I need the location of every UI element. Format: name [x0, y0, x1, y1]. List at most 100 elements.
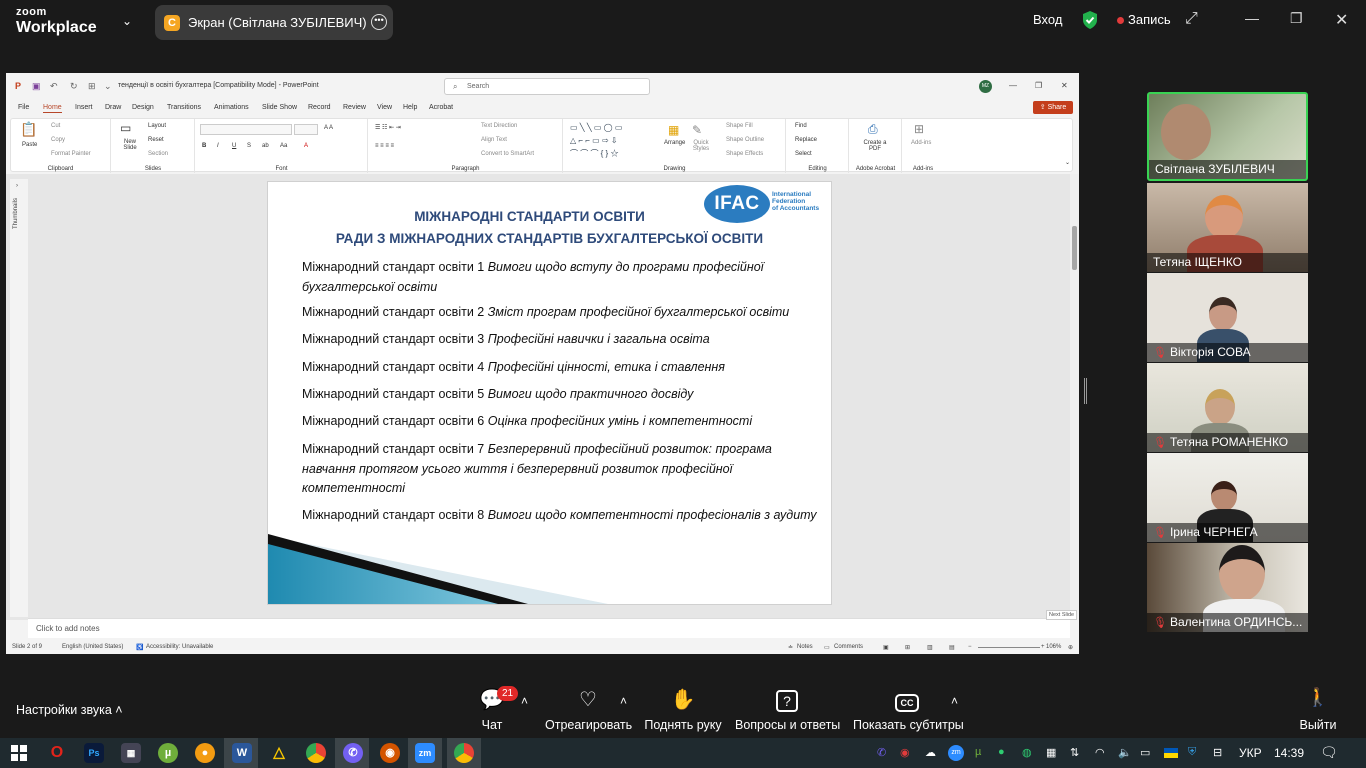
close-icon[interactable]: ✕ — [1335, 10, 1348, 30]
bullets-icon[interactable]: ☰ ☷ ⇤ ⇥ — [375, 124, 401, 131]
fit-slide-icon[interactable]: ⊕ — [1068, 644, 1073, 651]
leave-button[interactable]: 🚶 Выйти — [1298, 687, 1338, 732]
tab-record[interactable]: Record — [308, 104, 331, 111]
more-options-icon[interactable]: ••• — [371, 14, 387, 30]
arrange-icon[interactable]: ▦ — [668, 123, 679, 137]
react-button[interactable]: ♡ Отреагировать — [545, 688, 632, 732]
sound-settings-button[interactable]: Настройки звука ˄ — [16, 703, 123, 717]
tab-animations[interactable]: Animations — [214, 104, 249, 111]
tab-draw[interactable]: Draw — [105, 104, 121, 111]
participant-tile[interactable]: Світлана ЗУБІЛЕВИЧ — [1147, 92, 1308, 181]
save-icon[interactable]: ▣ — [32, 81, 41, 92]
quick-styles-icon[interactable]: ✎ — [692, 123, 702, 137]
slide-canvas[interactable]: IFAC International Federation of Account… — [267, 181, 832, 605]
normal-view-icon[interactable]: ▣ — [883, 644, 889, 651]
user-avatar[interactable]: MZ — [979, 80, 992, 93]
arrange-button[interactable]: Arrange — [664, 140, 685, 146]
participant-tile[interactable]: 🎙 Валентина ОРДИНСЬ... — [1147, 543, 1308, 632]
char-spacing-icon[interactable]: ab — [262, 143, 269, 149]
chevron-down-icon[interactable]: ⌄ — [122, 14, 132, 28]
text-direction-button[interactable]: Text Direction — [481, 123, 517, 129]
ppt-share-button[interactable]: ⇪ Share — [1033, 101, 1073, 114]
utorrent-tray-icon[interactable]: µ — [975, 746, 981, 758]
select-button[interactable]: Select — [795, 151, 812, 157]
paste-button[interactable]: Paste — [22, 142, 37, 148]
zoom-icon[interactable]: zm — [415, 743, 435, 763]
layout-button[interactable]: Layout — [148, 123, 166, 129]
copy-button[interactable]: Copy — [51, 137, 65, 143]
ppt-close-icon[interactable]: ✕ — [1061, 81, 1068, 90]
format-painter-button[interactable]: Format Painter — [51, 151, 91, 157]
shapes-gallery-icon[interactable]: ▭ ╲ ╲ ▭ ◯ ▭ △ ⌐ ⌐ ▭ ⇨ ⇩ ⌒ ⌒ ⌒ { } ☆ — [570, 121, 652, 160]
ppt-minimize-icon[interactable]: — — [1009, 81, 1017, 90]
tray-icon[interactable]: ⊟ — [1213, 746, 1222, 759]
bold-icon[interactable]: B — [202, 143, 206, 149]
font-color-icon[interactable]: A — [304, 143, 308, 149]
comments-toggle[interactable]: Comments — [834, 644, 863, 650]
participant-tile[interactable]: 🎙 Ірина ЧЕРНЕГА — [1147, 453, 1308, 542]
font-grow-icon[interactable]: A A — [324, 125, 333, 131]
raise-hand-button[interactable]: ✋ Поднять руку — [644, 688, 722, 732]
app-icon[interactable]: △ — [269, 743, 289, 763]
photoshop-icon[interactable]: Ps — [84, 743, 104, 763]
chrome-icon[interactable] — [306, 743, 326, 763]
tab-review[interactable]: Review — [343, 104, 366, 111]
reading-view-icon[interactable]: ▥ — [927, 644, 933, 651]
app-icon[interactable]: ● — [195, 743, 215, 763]
align-icons[interactable]: ≡ ≡ ≡ ≡ — [375, 143, 394, 149]
font-size-select[interactable] — [294, 124, 318, 135]
zoom-level[interactable]: 106% — [1046, 644, 1061, 650]
notes-toggle[interactable]: Notes — [797, 644, 813, 650]
participant-tile[interactable]: Тетяна ІЩЕНКО — [1147, 183, 1308, 272]
tab-design[interactable]: Design — [132, 104, 154, 111]
strikethrough-icon[interactable]: S — [247, 143, 251, 149]
find-button[interactable]: Find — [795, 123, 807, 129]
paste-icon[interactable]: 📋 — [20, 121, 37, 138]
windows-start-icon[interactable] — [11, 745, 27, 761]
recording-label[interactable]: Запись — [1128, 12, 1171, 27]
shape-effects-button[interactable]: Shape Effects — [726, 151, 763, 157]
word-icon[interactable]: W — [232, 743, 252, 763]
tab-slide-show[interactable]: Slide Show — [262, 104, 297, 111]
tab-acrobat[interactable]: Acrobat — [429, 104, 453, 111]
quick-styles-button[interactable]: Quick Styles — [689, 140, 713, 152]
participant-tile[interactable]: 🎙 Тетяна РОМАНЕНКО — [1147, 363, 1308, 452]
align-text-button[interactable]: Align Text — [481, 137, 507, 143]
zoom-tray-icon[interactable]: zm — [948, 745, 964, 761]
opera-icon[interactable]: O — [47, 743, 67, 763]
app-icon[interactable]: ▦ — [121, 743, 141, 763]
screen-share-pill[interactable]: С Экран (Світлана ЗУБІЛЕВИЧ) ••• — [155, 5, 393, 40]
customize-qat-icon[interactable]: ⌄ — [104, 81, 112, 92]
create-pdf-button[interactable]: Create a PDF — [860, 140, 890, 152]
zoom-logo[interactable]: zoom Workplace — [16, 7, 97, 36]
expand-thumbnails-icon[interactable]: › — [16, 183, 18, 189]
redo-icon[interactable]: ↻ — [70, 81, 78, 92]
section-button[interactable]: Section — [148, 151, 168, 157]
zoom-in-icon[interactable]: + — [1041, 644, 1045, 650]
viber-tray-icon[interactable]: ✆ — [877, 746, 886, 759]
slide-sorter-icon[interactable]: ⊞ — [905, 644, 910, 651]
tray-icon[interactable]: ◍ — [1022, 746, 1032, 759]
notifications-icon[interactable]: 🗨 — [1320, 744, 1338, 761]
addins-button[interactable]: Add-ins — [911, 140, 931, 146]
tray-icon[interactable]: ● — [998, 746, 1005, 758]
tab-file[interactable]: File — [18, 104, 29, 111]
shape-fill-button[interactable]: Shape Fill — [726, 123, 753, 129]
app-icon[interactable]: ◉ — [380, 743, 400, 763]
cut-button[interactable]: Cut — [51, 123, 60, 129]
create-pdf-icon[interactable]: ⎙ — [868, 122, 878, 137]
fullscreen-icon[interactable]: ⤢ — [1185, 10, 1198, 28]
ribbon-collapse-icon[interactable]: ⌄ — [1065, 159, 1070, 166]
utorrent-icon[interactable]: µ — [158, 743, 178, 763]
chat-options-chevron-icon[interactable]: ˄ — [521, 692, 528, 710]
slideshow-view-icon[interactable]: ▤ — [949, 644, 955, 651]
tray-icon[interactable]: ▦ — [1046, 746, 1056, 759]
shield-check-icon[interactable] — [1081, 10, 1099, 35]
volume-icon[interactable]: 🔈 — [1118, 746, 1132, 759]
tab-view[interactable]: View — [377, 104, 392, 111]
input-language[interactable]: УКР — [1239, 746, 1262, 760]
present-icon[interactable]: ⊞ — [88, 81, 96, 92]
viber-icon[interactable]: ✆ — [343, 743, 363, 763]
font-name-select[interactable] — [200, 124, 292, 135]
shape-outline-button[interactable]: Shape Outline — [726, 137, 764, 143]
